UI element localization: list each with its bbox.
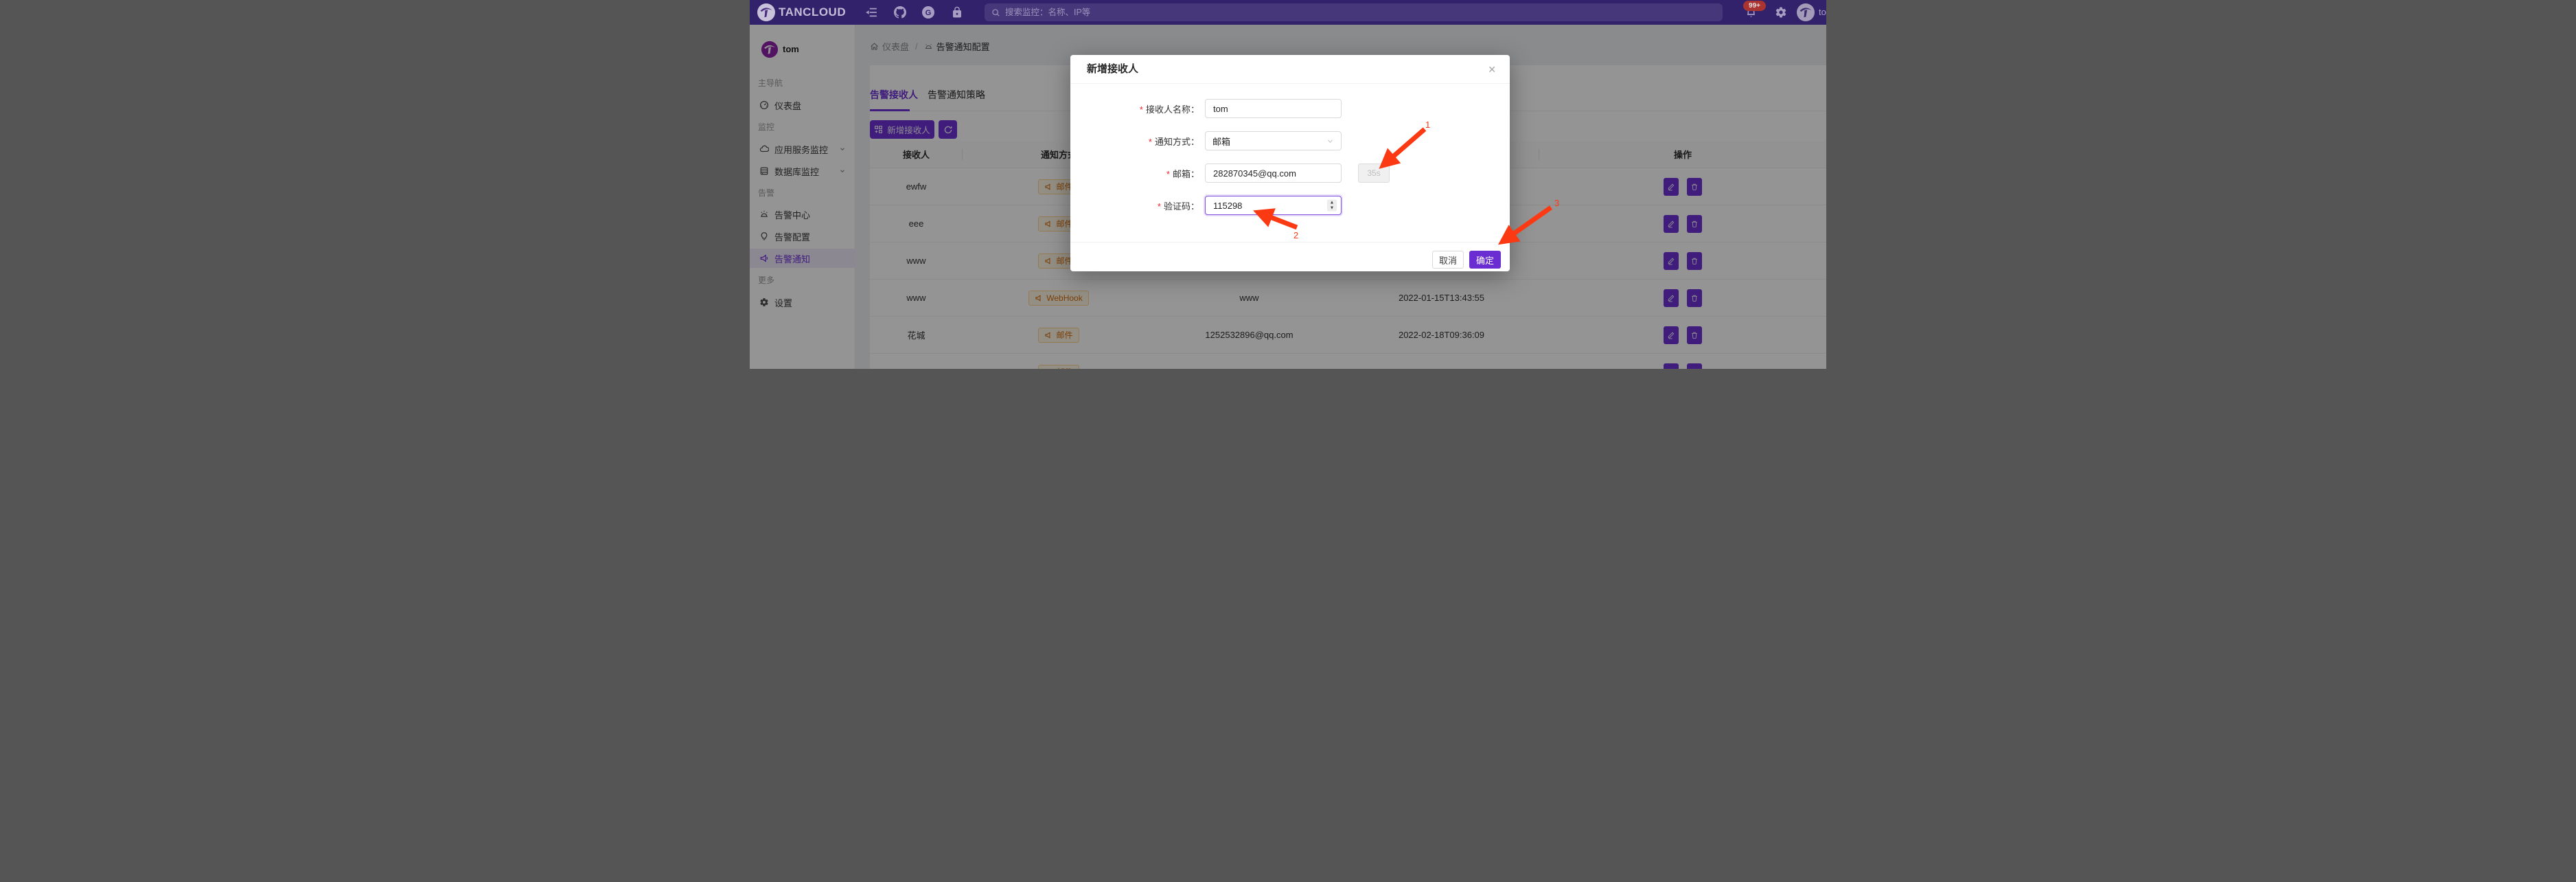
cancel-button[interactable]: 取消 (1432, 251, 1464, 269)
email-field (1205, 163, 1342, 183)
required-mark: * (1149, 137, 1152, 147)
required-mark: * (1166, 169, 1170, 179)
form-row-method: *通知方式： 邮箱 (1070, 131, 1342, 150)
selected-option: 邮箱 (1212, 135, 1230, 148)
modal-footer: 取消 确定 (1070, 242, 1510, 271)
tancloud-logo (757, 3, 776, 22)
modal-header: 新增接收人 ✕ (1070, 55, 1510, 84)
field-label: *验证码： (1070, 199, 1199, 212)
verify-code-input[interactable] (1206, 196, 1341, 214)
github-icon[interactable] (894, 6, 906, 19)
settings-gear-icon[interactable] (1775, 6, 1787, 19)
menu-fold-icon[interactable] (865, 6, 877, 19)
gitee-icon[interactable]: G (922, 6, 934, 19)
receiver-name-input[interactable] (1206, 100, 1341, 117)
brand-name: TANCLOUD (779, 0, 846, 25)
field-label: *通知方式： (1070, 135, 1199, 148)
chevron-down-icon (1326, 137, 1334, 145)
confirm-button[interactable]: 确定 (1469, 251, 1501, 269)
close-icon[interactable]: ✕ (1484, 55, 1500, 84)
search-input[interactable] (1005, 8, 1716, 17)
countdown-button[interactable]: 35s (1358, 163, 1390, 183)
svg-text:G: G (925, 9, 932, 17)
form-row-code: *验证码： ▲▼ (1070, 196, 1342, 215)
notification-badge: 99+ (1743, 1, 1766, 11)
field-label: *接收人名称： (1070, 102, 1199, 115)
search-bar (985, 3, 1723, 21)
modal-title: 新增接收人 (1087, 55, 1138, 84)
step-up-icon[interactable]: ▲ (1330, 200, 1335, 205)
app-root: tom 主导航 仪表盘 监控 应用服务监控 数据库监控 告警 告警中心 告警配置 (750, 0, 1826, 369)
receiver-name-field (1205, 99, 1342, 118)
add-receiver-modal: 新增接收人 ✕ *接收人名称： *通知方式： 邮箱 *邮箱： 35s *验证码： (1070, 55, 1510, 271)
required-mark: * (1140, 104, 1143, 115)
user-avatar[interactable] (1796, 3, 1815, 22)
notify-method-select[interactable]: 邮箱 (1205, 131, 1342, 150)
form-row-name: *接收人名称： (1070, 99, 1342, 118)
verify-code-field: ▲▼ (1205, 196, 1342, 215)
email-input[interactable] (1206, 164, 1341, 182)
field-label: *邮箱： (1070, 167, 1199, 180)
required-mark: * (1158, 201, 1161, 212)
step-down-icon[interactable]: ▼ (1330, 205, 1335, 211)
search-icon (991, 8, 1000, 17)
top-navbar: TANCLOUD G 99+ tom (750, 0, 1826, 25)
lock-icon[interactable] (951, 6, 963, 19)
number-stepper[interactable]: ▲▼ (1327, 200, 1337, 212)
navbar-username: tom (1819, 0, 1826, 25)
form-row-email: *邮箱： 35s (1070, 163, 1342, 183)
